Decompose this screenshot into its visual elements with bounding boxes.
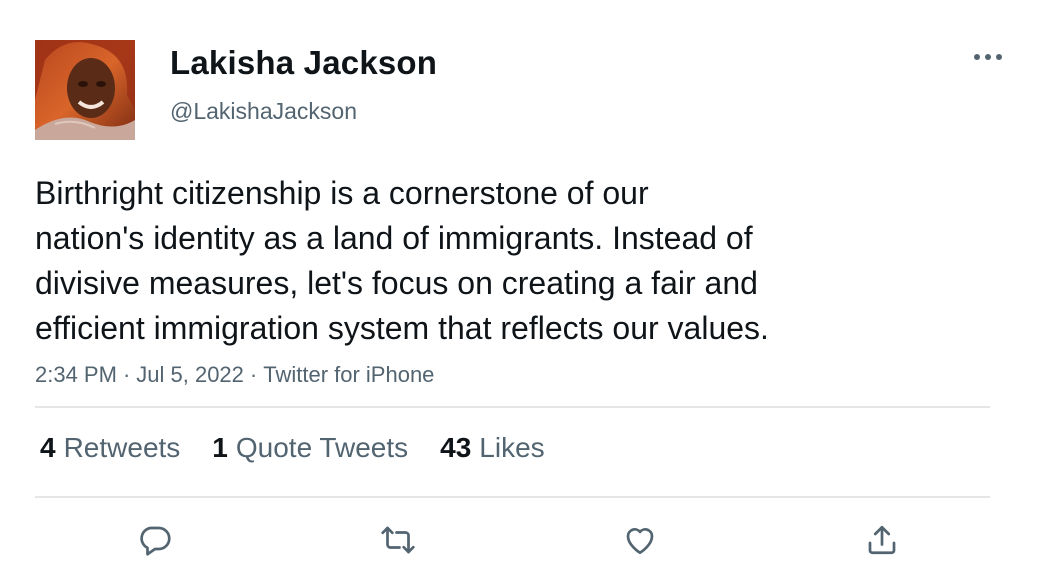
tweet-meta: 2:34 PM · Jul 5, 2022 · Twitter for iPhone bbox=[35, 362, 434, 388]
retweets-count: 4 bbox=[40, 432, 56, 463]
quote-tweets-stat[interactable]: 1 Quote Tweets bbox=[212, 432, 408, 464]
retweet-icon[interactable] bbox=[378, 520, 418, 560]
retweets-label: Retweets bbox=[63, 432, 181, 463]
avatar[interactable] bbox=[35, 40, 135, 140]
avatar-image bbox=[35, 40, 135, 140]
user-handle[interactable]: @LakishaJackson bbox=[170, 98, 357, 125]
quote-tweets-count: 1 bbox=[212, 432, 228, 463]
share-icon[interactable] bbox=[862, 520, 902, 560]
more-icon[interactable] bbox=[968, 45, 1008, 69]
meta-separator: · bbox=[249, 362, 258, 387]
tweet-text: Birthright citizenship is a cornerstone … bbox=[35, 175, 769, 346]
divider bbox=[35, 406, 990, 408]
tweet-stats: 4 Retweets 1 Quote Tweets 43 Likes bbox=[40, 432, 577, 464]
like-icon[interactable] bbox=[620, 520, 660, 560]
likes-stat[interactable]: 43 Likes bbox=[440, 432, 545, 464]
tweet-card: Lakisha Jackson @LakishaJackson Birthrig… bbox=[0, 0, 1050, 570]
reply-icon[interactable] bbox=[135, 520, 175, 560]
tweet-date[interactable]: Jul 5, 2022 bbox=[136, 362, 244, 387]
meta-separator: · bbox=[122, 362, 131, 387]
tweet-source[interactable]: Twitter for iPhone bbox=[263, 362, 434, 387]
tweet-time[interactable]: 2:34 PM bbox=[35, 362, 117, 387]
retweets-stat[interactable]: 4 Retweets bbox=[40, 432, 180, 464]
display-name[interactable]: Lakisha Jackson bbox=[170, 44, 437, 82]
likes-label: Likes bbox=[479, 432, 545, 463]
divider bbox=[35, 496, 990, 498]
quote-tweets-label: Quote Tweets bbox=[235, 432, 409, 463]
likes-count: 43 bbox=[440, 432, 472, 463]
